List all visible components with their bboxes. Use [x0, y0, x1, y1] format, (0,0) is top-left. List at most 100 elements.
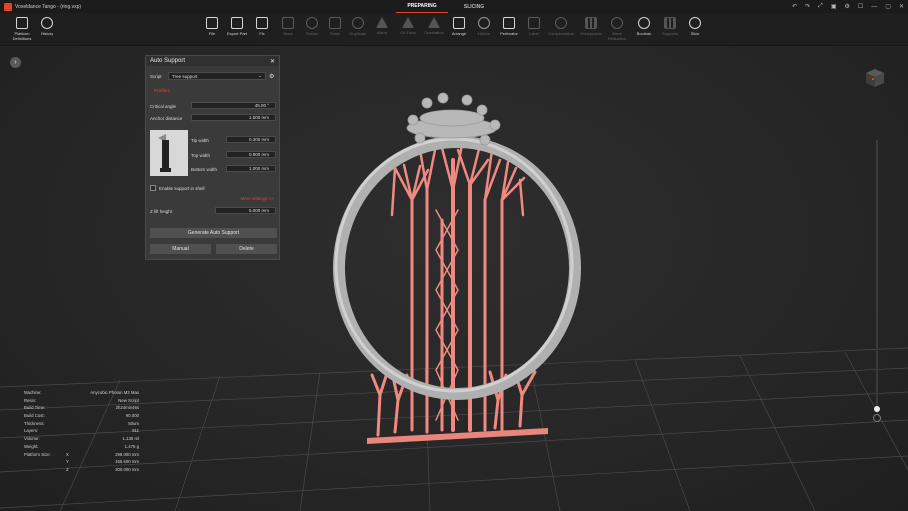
z-lift-label: Z lift height	[150, 209, 173, 214]
more-settings-link[interactable]: More settings >>	[240, 196, 274, 201]
bottom-width-label: Bottom width	[191, 167, 218, 172]
fix-button[interactable]: Fix	[248, 17, 276, 36]
slice-icon	[689, 17, 701, 29]
layer-slider-handle[interactable]	[874, 406, 880, 412]
layer-slider-reset[interactable]	[873, 414, 881, 422]
mirror-button[interactable]: Mirror	[368, 17, 396, 35]
redo-icon[interactable]: ↷	[805, 3, 810, 10]
settings-gear-icon[interactable]: ⚙	[845, 3, 850, 10]
anchor-distance-input[interactable]: 1.500 mm	[191, 114, 276, 121]
mesh-reduction-button[interactable]: Mesh Reduction	[603, 17, 631, 41]
rotate-icon	[306, 17, 318, 29]
on-face-icon	[402, 17, 414, 28]
window-title: Voxeldance Tango - (ring.vxp)	[15, 3, 82, 10]
top-width-input[interactable]: 0.900 mm	[226, 151, 276, 158]
info-row: Thickness: 50um	[24, 420, 139, 426]
manual-button[interactable]: Manual	[150, 244, 211, 254]
info-row: Platform Size: X 298.000 mm	[24, 451, 139, 457]
label-button[interactable]: Label	[520, 17, 548, 36]
script-label: Script	[150, 74, 162, 79]
tip-width-input[interactable]: 0.300 mm	[226, 136, 276, 143]
window-controls: ↶ ↷ ⤢ ▣ ⚙ ☐ — ▢ ✕	[792, 0, 904, 13]
info-row: Machine: Anycubic Photon M3 Max	[24, 390, 139, 395]
orientation-button[interactable]: Orientation	[420, 17, 448, 35]
info-row: Resin: New Script	[24, 397, 139, 403]
perforator-button[interactable]: Perforator	[495, 17, 523, 36]
history-button[interactable]: History	[33, 17, 61, 36]
auto-support-panel: Auto Support ✕ Script Tree support ⌄ ⚙ P…	[145, 55, 280, 260]
fullscreen-icon[interactable]: ⤢	[818, 3, 823, 10]
delete-button[interactable]: Delete	[216, 244, 277, 254]
critical-angle-input[interactable]: 45.00 °	[191, 102, 276, 109]
expand-panel-button[interactable]: ›	[10, 57, 21, 68]
enable-support-in-shell[interactable]: Enable support in shell	[150, 185, 205, 191]
label-icon	[528, 17, 540, 29]
perforator-icon	[503, 17, 515, 29]
job-info: Machine: Anycubic Photon M3 Max Resin: New…	[24, 390, 139, 475]
support-shape-preview	[150, 130, 188, 176]
message-icon[interactable]: ☐	[858, 3, 863, 10]
critical-angle-label: Critical angle	[150, 104, 177, 109]
honeycomb-button[interactable]: Honeycomb	[577, 17, 605, 36]
slice-button[interactable]: Slice	[681, 17, 709, 36]
app-logo-icon	[4, 2, 12, 11]
export-part-button[interactable]: Export Part	[223, 17, 251, 36]
mesh-reduction-icon	[611, 17, 623, 29]
script-select[interactable]: Tree support ⌄	[168, 72, 266, 80]
script-settings-gear-icon[interactable]: ⚙	[269, 73, 274, 80]
z-lift-input[interactable]: 5.000 mm	[215, 207, 276, 214]
profiles-label: Profiles	[154, 89, 170, 94]
export-icon	[231, 17, 243, 29]
panel-header: Auto Support ✕	[146, 56, 279, 66]
title-bar: Voxeldance Tango - (ring.vxp) PREPARING …	[0, 0, 908, 13]
folder-icon	[206, 17, 218, 29]
boolean-icon	[638, 17, 650, 29]
supports-icon	[664, 17, 676, 29]
info-row: Build Time: 2h24min46s	[24, 405, 139, 411]
fix-icon	[256, 17, 268, 29]
info-row: Z 300.000 mm	[66, 466, 139, 472]
tab-preparing[interactable]: PREPARING	[396, 0, 448, 13]
arrange-button[interactable]: Arrange	[445, 17, 473, 36]
info-row: Build Cost: ¥0.000	[24, 413, 139, 419]
info-row: Volume: 1.135 ml	[24, 436, 139, 442]
orientation-icon	[428, 17, 440, 28]
honeycomb-icon	[585, 17, 597, 29]
panel-close-icon[interactable]: ✕	[270, 58, 275, 65]
mode-tabs: PREPARING SLICING	[396, 0, 500, 13]
bottom-width-input[interactable]: 1.000 mm	[226, 165, 276, 172]
info-row: Layers: 911	[24, 428, 139, 434]
maximize-icon[interactable]: ▢	[885, 3, 891, 10]
compensation-button[interactable]: Compensation	[547, 17, 575, 36]
anchor-distance-label: Anchor distance	[150, 116, 183, 121]
generate-auto-support-button[interactable]: Generate Auto Support	[150, 228, 277, 238]
panel-title: Auto Support	[150, 58, 186, 64]
scale-icon	[329, 17, 341, 29]
file-button[interactable]: File	[198, 17, 226, 36]
tab-slicing[interactable]: SLICING	[448, 0, 500, 13]
tip-width-label: Tip width	[191, 138, 209, 143]
hollow-button[interactable]: Hollow	[470, 17, 498, 36]
checkbox-label: Enable support in shell	[159, 185, 205, 191]
on-face-button[interactable]: On Face	[394, 17, 422, 35]
main-toolbar: Platform Definitions History File Export…	[0, 13, 908, 46]
supports-button[interactable]: Supports	[656, 17, 684, 36]
move-icon	[282, 17, 294, 29]
undo-icon[interactable]: ↶	[792, 3, 797, 10]
ring-crown	[406, 92, 501, 146]
top-width-label: Top width	[191, 153, 211, 158]
platform-definitions-button[interactable]: Platform Definitions	[8, 17, 36, 41]
duplicate-icon	[352, 17, 364, 29]
script-value: Tree support	[172, 73, 198, 79]
hollow-icon	[478, 17, 490, 29]
close-icon[interactable]: ✕	[899, 3, 904, 10]
boolean-button[interactable]: Boolean	[630, 17, 658, 36]
layer-slider-track[interactable]	[876, 140, 878, 410]
view-cube[interactable]	[864, 67, 886, 89]
compensation-icon	[555, 17, 567, 29]
minimize-icon[interactable]: —	[871, 4, 877, 10]
checkbox[interactable]	[150, 185, 156, 191]
save-icon[interactable]: ▣	[831, 3, 837, 10]
arrange-icon	[453, 17, 465, 29]
app-window: Voxeldance Tango - (ring.vxp) PREPARING …	[0, 0, 908, 511]
